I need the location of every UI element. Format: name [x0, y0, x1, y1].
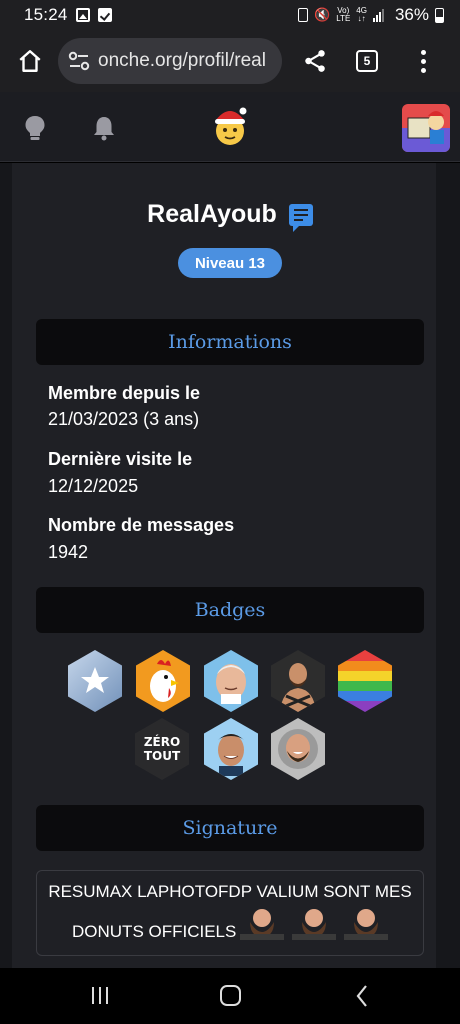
status-time: 15:24 — [24, 5, 68, 24]
member-since-label: Membre depuis le — [48, 383, 201, 403]
signal-icon — [372, 8, 387, 22]
network-gen-indicator: 4G ↓↑ — [356, 6, 367, 23]
back-button[interactable] — [355, 984, 369, 1013]
profile-header: RealAyoub — [0, 200, 460, 232]
menu-dot — [420, 49, 426, 55]
share-button[interactable] — [300, 43, 330, 79]
battery-icon — [435, 7, 444, 23]
svg-text:TOUT: TOUT — [144, 749, 181, 763]
home-icon — [19, 50, 41, 72]
gallery-notification-icon — [75, 8, 90, 22]
share-icon — [305, 50, 325, 72]
badges-section-title: Badges — [36, 587, 424, 633]
bearded-face-emote-icon — [292, 909, 336, 940]
home-nav-button[interactable] — [220, 985, 241, 1006]
back-icon — [356, 985, 367, 1007]
signature-section-title: Signature — [36, 805, 424, 851]
battery-percentage: 36% — [394, 5, 429, 24]
mute-icon: 🔇 — [314, 7, 331, 22]
home-button[interactable] — [12, 43, 48, 79]
username: RealAyoub — [147, 200, 277, 228]
address-bar[interactable]: onche.org/profil/real — [58, 38, 282, 84]
recents-button[interactable] — [92, 987, 108, 1004]
signature-text-line-2: DONUTS OFFICIELS — [72, 922, 237, 941]
volte-indicator: Vo) LTE — [336, 6, 351, 23]
svg-text:ZÉRO: ZÉRO — [144, 734, 180, 749]
lightbulb-icon[interactable] — [24, 115, 46, 146]
bearded-face-emote-icon — [240, 909, 284, 940]
notifications-bell-icon[interactable] — [92, 115, 116, 146]
browser-toolbar: onche.org/profil/real 5 — [0, 30, 460, 92]
browser-menu-button[interactable] — [420, 49, 426, 73]
site-settings-icon — [68, 51, 90, 71]
url-text: onche.org/profil/real — [98, 50, 266, 71]
tab-switcher-button[interactable]: 5 — [356, 50, 378, 72]
last-visit-value: 12/12/2025 — [48, 476, 139, 496]
message-count-label: Nombre de messages — [48, 515, 235, 535]
bearded-face-emote-icon — [344, 909, 388, 940]
level-badge: Niveau 13 — [178, 248, 282, 278]
message-icon[interactable] — [288, 203, 313, 232]
status-bar: 15:24 🔇 Vo) LTE 4G ↓↑ 36% — [0, 0, 460, 30]
checkbox-notification-icon — [97, 8, 112, 22]
member-since-value: 21/03/2023 (3 ans) — [48, 409, 200, 429]
battery-saver-icon — [298, 8, 309, 22]
message-count-value: 1942 — [48, 542, 89, 562]
menu-dot — [420, 67, 426, 73]
system-navigation-bar — [0, 968, 460, 1024]
menu-dot — [420, 58, 426, 64]
site-header — [0, 92, 460, 162]
informations-section-title: Informations — [36, 319, 424, 365]
last-visit-label: Dernière visite le — [48, 449, 193, 469]
onche-logo-icon[interactable] — [212, 106, 248, 146]
user-avatar[interactable] — [402, 104, 450, 152]
signature-text-line-1: RESUMAX LAPHOTOFDP VALIUM SONT MES — [48, 882, 412, 901]
